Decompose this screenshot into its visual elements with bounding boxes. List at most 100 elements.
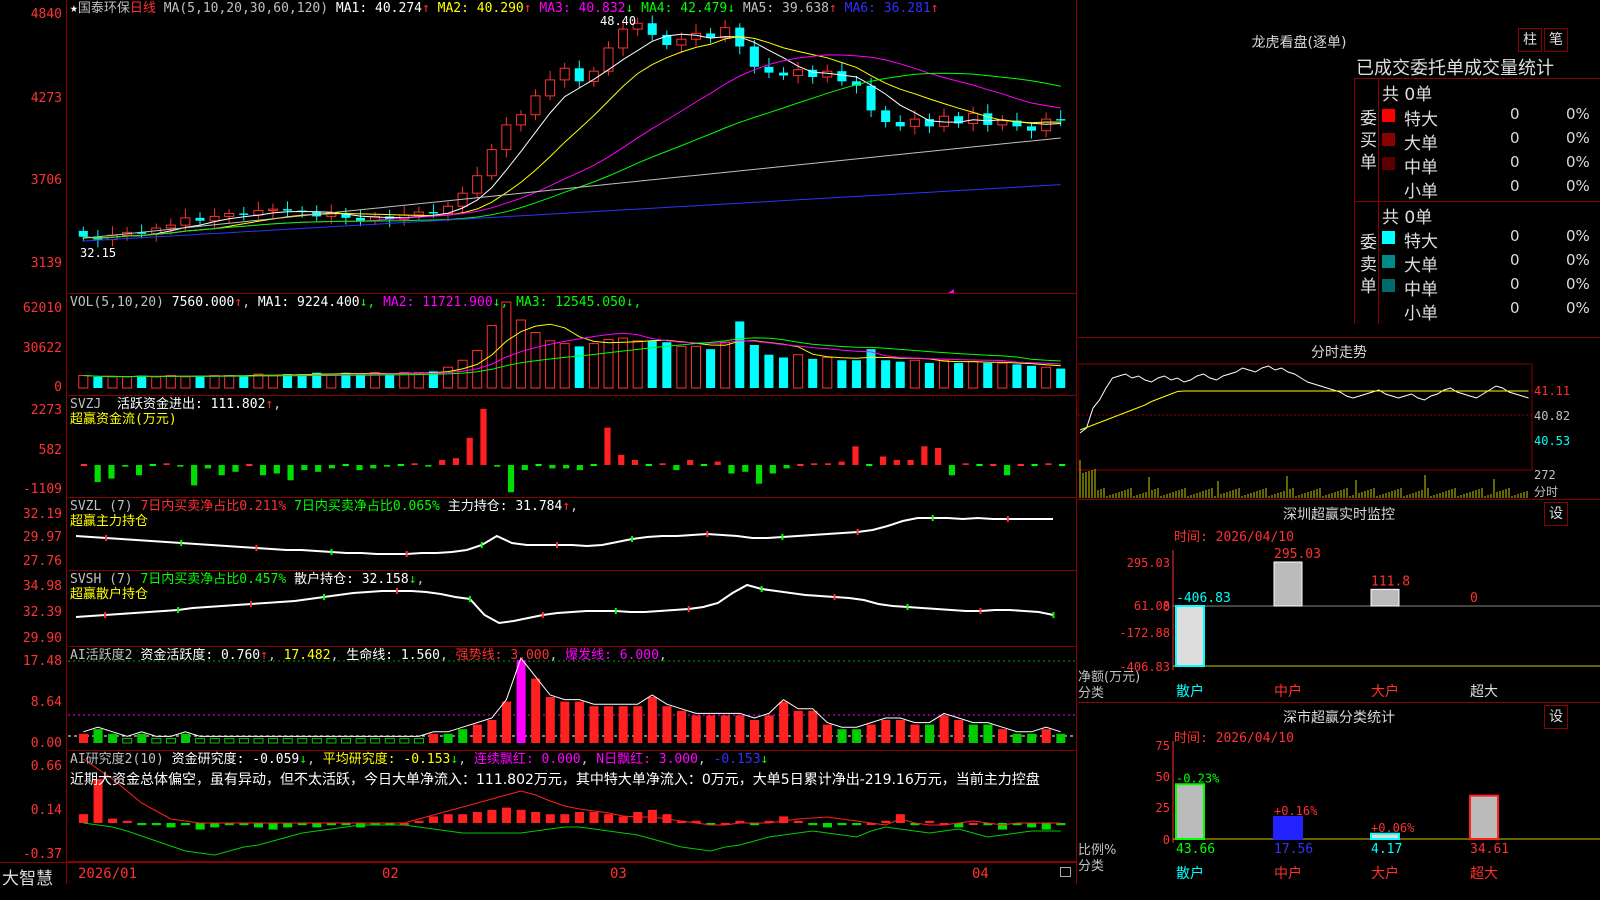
activity-bar <box>399 737 410 744</box>
research-bar <box>210 823 220 828</box>
flow-bar <box>397 464 404 466</box>
activity-bar <box>1056 733 1066 743</box>
price-panel[interactable]: ★国泰环保日线 MA(5,10,20,30,60,120) MA1: 40.27… <box>68 0 1076 294</box>
flow-bar <box>742 465 749 472</box>
order-pct: 0% <box>1566 129 1590 147</box>
volume-bar <box>618 337 629 389</box>
flow-bar <box>507 465 515 493</box>
svzj-panel[interactable]: SVZJ 活跃资金进出: 111.802↑, 超赢资金流(万元) <box>68 396 1076 498</box>
ma-arrow: ↓ <box>727 1 736 16</box>
research-bar <box>779 816 789 823</box>
candle-up <box>618 28 629 49</box>
research-bar <box>181 823 191 826</box>
flow-bar <box>948 465 956 476</box>
ai2-avg-label: 平均研究度: <box>322 752 396 767</box>
vol-ma-values: MA1: 9224.400↓, MA2: 11721.900↓, MA3: 12… <box>258 295 642 310</box>
volume-bar <box>866 349 876 388</box>
svzl-panel[interactable]: SVZL (7) 7日内买卖净占比0.211% 7日内买卖净占比0.065% 主… <box>68 498 1076 571</box>
intraday-vol-unit: 分时 <box>1534 485 1559 499</box>
monitor-category: 散户 <box>1176 683 1204 700</box>
activity-bar <box>151 737 162 744</box>
tick-mode-button[interactable]: 笔 <box>1544 28 1568 52</box>
volume-bar <box>983 363 993 388</box>
order-pct: 0% <box>1566 227 1590 245</box>
order-name: 特大 <box>1404 232 1438 252</box>
ai-research-panel[interactable]: AI研究度2(10) 资金研究度: -0.059↓, 平均研究度: -0.153… <box>68 751 1076 862</box>
date-tick: 02 <box>382 866 399 882</box>
classify-bar-chart[interactable]: 75 50 25 0 -0.23% 43.66 散户 +0.16% 17.56 中户 +0.06% 4… <box>1078 703 1600 884</box>
svsh-header: SVSH (7) 7日内买卖净占比0.457% 散户持仓: 32.158↓, <box>70 572 425 587</box>
vol-tick: 0 <box>54 380 62 395</box>
indicator-tick <box>1006 516 1009 522</box>
volume-bar <box>209 375 220 389</box>
candle-up <box>1041 118 1052 132</box>
lock-icon[interactable] <box>1060 867 1071 877</box>
research-bar <box>604 814 614 823</box>
classify-pct-label: +0.16% <box>1274 804 1318 818</box>
bar-mode-button[interactable]: 柱 <box>1518 28 1542 52</box>
brand-logo[interactable]: 大智慧 <box>2 864 53 889</box>
indicator-tick <box>687 606 690 612</box>
ai1-life: 1.560 <box>400 648 441 663</box>
candle-up <box>530 95 541 116</box>
flow-bar <box>755 465 763 484</box>
classify-category: 大户 <box>1371 865 1399 882</box>
realtime-monitor-panel[interactable]: 深圳超赢实时监控 设 时间: 2026/04/10 295.03 61.08 0 -1… <box>1078 500 1600 703</box>
intraday-panel[interactable]: 分时走势 41.11 40.82 40.53 272 分时 <box>1078 338 1600 500</box>
research-bar <box>443 814 453 823</box>
ai1-tick: 8.64 <box>30 695 62 710</box>
volume-bar <box>924 363 934 388</box>
research-bar <box>545 814 555 823</box>
volume-bar <box>137 375 147 388</box>
flow-bar <box>976 464 983 466</box>
research-bar <box>837 823 847 826</box>
classify-panel[interactable]: 深市超赢分类统计 设 时间: 2026/04/10 75 50 25 0 -0.23% 4… <box>1078 703 1600 884</box>
volume-bar <box>720 341 731 389</box>
volume-bar <box>1012 364 1022 388</box>
date-tick: 04 <box>972 866 989 882</box>
monitor-bar-chart[interactable]: 295.0361.080-172.88-406.83-406.83散户295.0… <box>1078 500 1600 702</box>
ai-activity-panel[interactable]: AI活跃度2 资金活跃度: 0.760↑, 17.482, 生命线: 1.560… <box>68 647 1076 751</box>
activity-bar <box>487 720 497 743</box>
research-bar <box>122 820 132 823</box>
flow-bar <box>163 463 170 465</box>
indicator-tick <box>405 551 408 557</box>
candle-down <box>895 122 905 127</box>
ai-research-chart[interactable] <box>68 751 1076 861</box>
flow-bar <box>1059 464 1066 466</box>
stock-name[interactable]: 国泰环保 <box>78 1 130 16</box>
period-label[interactable]: 日线 <box>130 1 156 16</box>
classify-pct-label: -0.23% <box>1176 771 1220 785</box>
flow-bar <box>177 465 184 467</box>
svsh-axis: 34.98 32.39 29.90 <box>0 571 66 646</box>
monitor-bar-大户 <box>1370 588 1400 607</box>
ma-value-2: MA2: 40.290 <box>429 1 524 16</box>
volume-panel[interactable]: VOL(5,10,20) 7560.000↑, MA1: 9224.400↓, … <box>68 294 1076 396</box>
research-bar <box>1041 823 1051 830</box>
activity-bar <box>93 729 103 743</box>
research-bar <box>516 809 526 823</box>
intraday-avg-line <box>1079 390 1529 431</box>
svsh-panel[interactable]: SVSH (7) 7日内买卖净占比0.457% 散户持仓: 32.158↓, 超… <box>68 571 1076 647</box>
flow-bar <box>328 465 336 469</box>
volume-bar <box>355 374 365 388</box>
classify-bar-散户 <box>1175 783 1205 840</box>
ai2-label: 资金研究度: <box>171 752 245 767</box>
flow-bar <box>452 458 460 465</box>
candle-down <box>355 217 365 221</box>
indicator-tick <box>255 545 258 551</box>
ai2-v5: -0.153 <box>713 752 761 767</box>
candlestick-chart[interactable] <box>68 0 1076 293</box>
activity-bar <box>881 720 891 743</box>
vol-ma-arrow: ↓, <box>492 295 509 310</box>
flow-bar <box>824 463 832 465</box>
svzl-title: SVZL (7) <box>70 499 133 514</box>
footer-bar: 大智慧 2026/01 02 03 04 <box>0 862 1076 889</box>
flow-bar <box>246 464 253 466</box>
star-icon[interactable]: ★ <box>70 1 78 16</box>
activity-bar <box>720 715 730 743</box>
flow-bar <box>852 446 859 465</box>
intraday-chart[interactable] <box>1078 338 1600 499</box>
activity-bar <box>501 701 512 743</box>
order-color-swatch <box>1382 157 1395 170</box>
